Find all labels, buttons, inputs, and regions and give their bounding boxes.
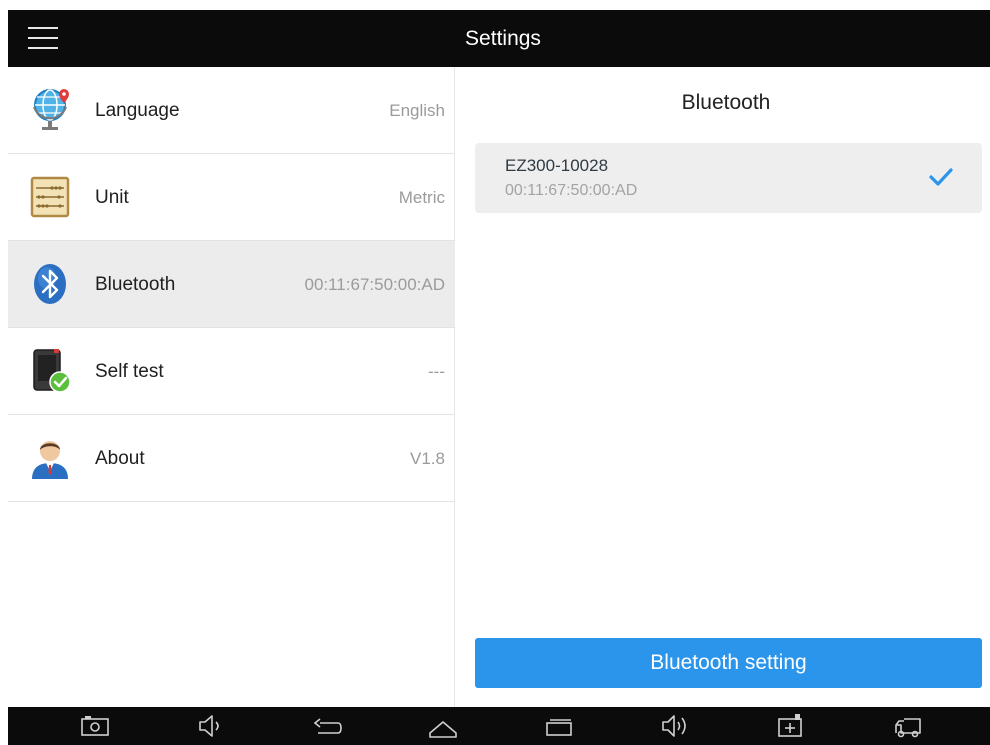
app-window: Settings Language English Unit Metric Bl… xyxy=(8,10,990,745)
user-avatar-icon xyxy=(32,441,68,479)
panel-title: Bluetooth xyxy=(681,91,771,114)
settings-item-value: --- xyxy=(428,362,445,381)
settings-item-label: Bluetooth xyxy=(95,274,176,295)
settings-item-value: English xyxy=(389,101,445,120)
globe-pin-icon xyxy=(33,89,69,130)
checkmark-icon xyxy=(929,168,953,186)
abacus-icon xyxy=(30,176,70,218)
settings-item-label: Unit xyxy=(95,187,129,208)
settings-item-value: 00:11:67:50:00:AD xyxy=(304,275,445,294)
title-bar: Settings xyxy=(8,10,990,67)
settings-item-label: Language xyxy=(95,100,180,121)
bluetooth-device-item[interactable]: EZ300-10028 00:11:67:50:00:AD xyxy=(475,143,982,213)
device-address: 00:11:67:50:00:AD xyxy=(505,182,638,199)
settings-item-value: Metric xyxy=(398,188,445,207)
settings-item-unit[interactable]: Unit Metric xyxy=(8,154,455,241)
screenshot-icon[interactable] xyxy=(80,713,110,739)
battery-charge-icon[interactable] xyxy=(776,713,806,739)
settings-list: Language English Unit Metric Bluetooth 0… xyxy=(8,67,455,707)
settings-item-label: Self test xyxy=(95,361,164,382)
settings-item-language[interactable]: Language English xyxy=(8,67,455,154)
recent-apps-icon[interactable] xyxy=(544,713,574,739)
bluetooth-icon xyxy=(34,264,66,304)
volume-down-icon[interactable] xyxy=(196,713,226,739)
settings-item-self-test[interactable]: Self test --- xyxy=(8,328,455,415)
device-name: EZ300-10028 xyxy=(505,156,609,175)
bluetooth-setting-button[interactable]: Bluetooth setting xyxy=(475,638,982,688)
device-check-icon xyxy=(33,349,71,393)
page-title: Settings xyxy=(465,27,541,50)
vci-truck-icon[interactable] xyxy=(892,713,922,739)
settings-item-value: V1.8 xyxy=(410,449,445,468)
settings-item-about[interactable]: About V1.8 xyxy=(8,415,455,502)
system-navigation-bar xyxy=(8,707,990,745)
home-icon[interactable] xyxy=(428,713,458,739)
bluetooth-panel: Bluetooth EZ300-10028 00:11:67:50:00:AD … xyxy=(456,67,990,707)
volume-up-icon[interactable] xyxy=(660,713,690,739)
back-icon[interactable] xyxy=(312,713,342,739)
settings-item-label: About xyxy=(95,448,145,469)
settings-item-bluetooth[interactable]: Bluetooth 00:11:67:50:00:AD xyxy=(8,241,455,328)
